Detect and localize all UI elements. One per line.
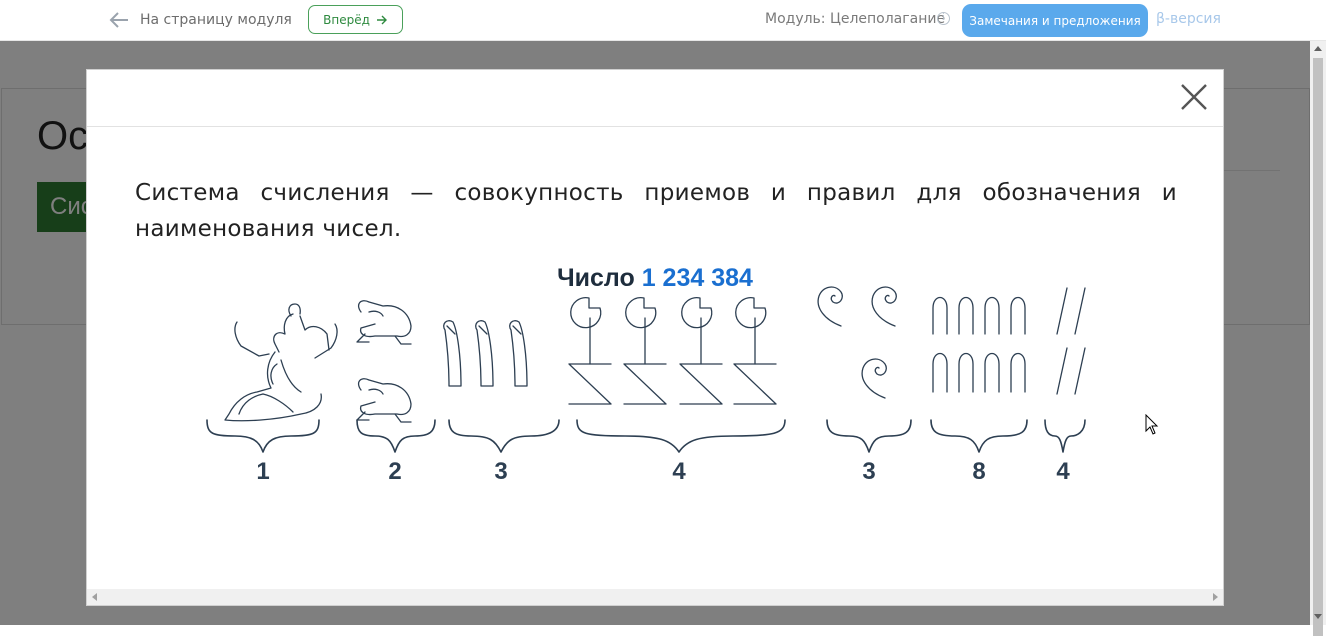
modal-body: Система счисления — совокупность приемов… — [135, 175, 1177, 247]
heel-bone-hieroglyph — [932, 296, 1026, 393]
scroll-left-arrow-icon[interactable] — [92, 593, 97, 601]
beta-label: β-версия — [1156, 11, 1221, 27]
coil-rope-hieroglyph — [817, 286, 897, 399]
back-link-label: На страницу модуля — [140, 12, 292, 28]
finger-hieroglyph — [443, 320, 528, 387]
scroll-right-arrow-icon[interactable] — [1213, 593, 1218, 601]
frog-hieroglyph — [356, 300, 412, 423]
group-count-3: 3 — [494, 458, 508, 485]
scrollbar-thumb[interactable] — [1313, 58, 1323, 636]
page-scrollbar[interactable] — [1310, 40, 1326, 636]
stroke-hieroglyph — [1056, 287, 1086, 395]
top-bar: На страницу модуля Вперёд Модуль: Целепо… — [0, 0, 1326, 41]
mouse-cursor-icon — [1145, 414, 1159, 435]
modal-header — [87, 70, 1223, 127]
feedback-button[interactable]: Замечания и предложения — [962, 4, 1148, 37]
group-count-5: 3 — [862, 458, 876, 485]
brace-icons — [206, 419, 1086, 453]
hieroglyph-drawing — [206, 286, 1086, 453]
definition-text: Система счисления — совокупность приемов… — [135, 180, 1177, 242]
kneeling-man-hieroglyph — [224, 303, 338, 422]
module-label: Модуль: Целеполагание — [765, 11, 946, 27]
arrow-left-icon — [109, 12, 128, 28]
feedback-button-label: Замечания и предложения — [969, 13, 1141, 28]
modal-horizontal-scrollbar[interactable] — [87, 589, 1223, 605]
group-count-6: 8 — [972, 458, 986, 485]
forward-button[interactable]: Вперёд — [308, 5, 403, 34]
egyptian-numeral-figure: Число 1 234 384 1 2 3 4 3 8 4 — [205, 264, 1105, 534]
group-count-2: 2 — [388, 458, 402, 485]
group-count-1: 1 — [256, 458, 270, 485]
scroll-up-arrow-icon[interactable] — [1314, 46, 1322, 51]
image-modal: Система счисления — совокупность приемов… — [86, 69, 1224, 606]
lotus-hieroglyph — [568, 296, 777, 405]
info-icon[interactable]: i — [937, 12, 950, 25]
forward-button-label: Вперёд — [323, 12, 370, 27]
arrow-right-icon — [376, 15, 387, 24]
back-to-module-link[interactable]: На страницу модуля — [108, 8, 292, 32]
close-icon[interactable] — [1179, 82, 1209, 112]
group-count-4: 4 — [672, 458, 686, 485]
group-count-7: 4 — [1056, 458, 1070, 485]
scroll-down-arrow-icon[interactable] — [1314, 614, 1322, 619]
